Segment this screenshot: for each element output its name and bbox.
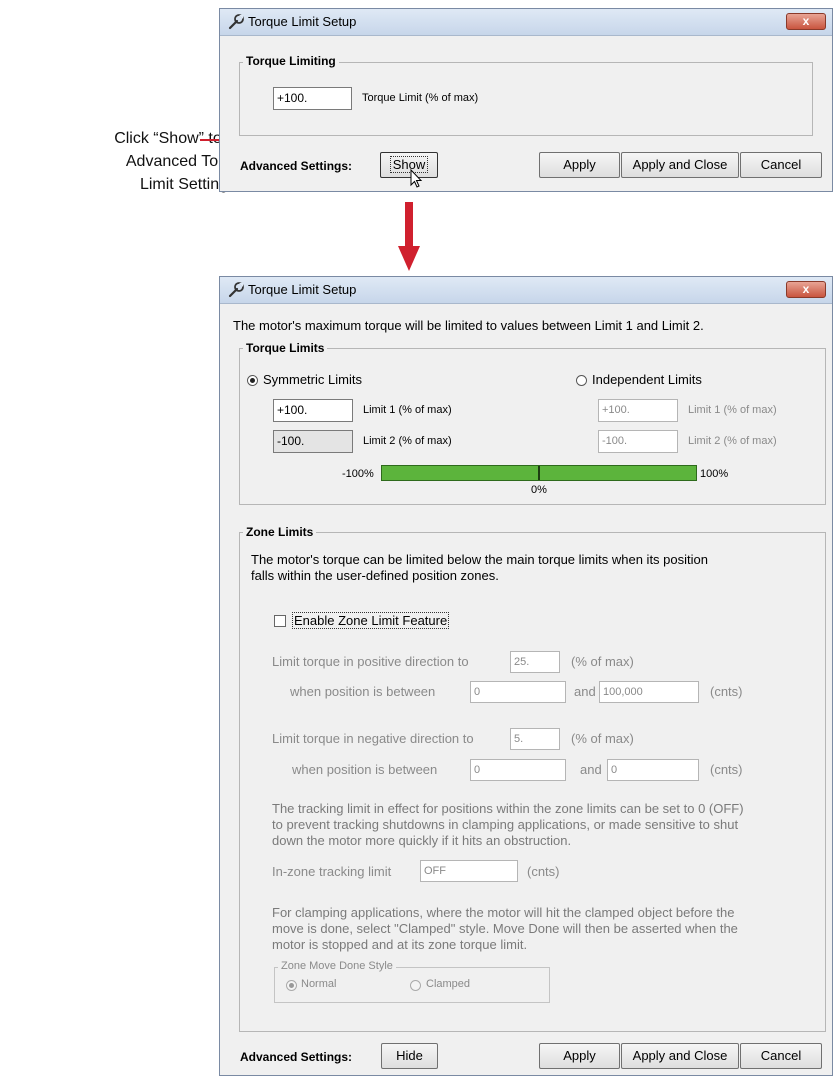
zone-description: The motor's torque can be limited below … [251,552,708,584]
neg-to-input[interactable]: 0 [607,759,699,781]
apply-button[interactable]: Apply [539,152,620,178]
advanced-settings-label: Advanced Settings: [240,159,353,173]
ind-limit1-input[interactable]: +100. [598,399,678,422]
group-label: Torque Limiting [243,54,339,68]
close-button[interactable]: x [786,13,826,30]
apply-and-close-button[interactable]: Apply and Close [621,152,739,178]
neg-limit-label: Limit torque in negative direction to [272,731,474,746]
neg-between-label: when position is between [292,762,438,777]
sym-limit1-input[interactable]: +100. [273,399,353,422]
independent-limits-label: Independent Limits [592,372,702,387]
pos-between-label: when position is between [290,684,436,699]
advanced-dialog: Torque Limit Setup x The motor's maximum… [219,276,833,1076]
bar-mid-label: 0% [531,484,547,496]
tracking-description: The tracking limit in effect for positio… [272,801,744,849]
symmetric-limits-radio[interactable] [247,375,258,386]
cancel-button[interactable]: Cancel [740,152,822,178]
show-button[interactable]: Show [380,152,438,178]
enable-zone-limit-label: Enable Zone Limit Feature [292,612,450,629]
neg-from-input[interactable]: 0 [470,759,566,781]
cancel-button-label: Cancel [760,1048,802,1063]
zone-limits-label: Zone Limits [243,525,317,539]
wrench-icon [228,282,244,298]
zone-move-done-style-group: Zone Move Done Style Normal Clamped [274,960,550,1003]
clamping-description-line2: move is done, select "Clamped" style. Mo… [272,921,738,936]
independent-limits-radio[interactable] [576,375,587,386]
close-icon: x [802,14,810,28]
zone-move-done-style-label: Zone Move Done Style [278,960,396,972]
torque-range-bar [381,465,697,481]
close-button[interactable]: x [786,281,826,298]
top-dialog: Torque Limit Setup x Torque Limiting +10… [219,8,833,192]
apply-button[interactable]: Apply [539,1043,620,1069]
normal-radio[interactable] [286,980,297,991]
torque-limit-input[interactable]: +100. [273,87,352,110]
wrench-icon [228,14,244,30]
torque-limits-group: Torque Limits Symmetric Limits Independe… [239,341,826,505]
clamping-description: For clamping applications, where the mot… [272,905,738,953]
tracking-limit-input[interactable]: OFF [420,860,518,882]
window-title: Torque Limit Setup [248,282,357,297]
clamping-description-line1: For clamping applications, where the mot… [272,905,735,920]
clamped-label: Clamped [426,978,471,990]
pos-and-label: and [574,684,596,699]
torque-limit-label: Torque Limit (% of max) [362,92,479,104]
zone-description-line1: The motor's torque can be limited below … [251,552,708,567]
bar-max-label: 100% [700,468,729,480]
clamping-description-line3: motor is stopped and at its zone torque … [272,937,528,952]
tracking-description-line3: down the motor more quickly if it hits a… [272,833,572,848]
ind-limit1-label: Limit 1 (% of max) [688,404,777,416]
ind-limit2-label: Limit 2 (% of max) [688,435,777,447]
pos-units: (cnts) [710,684,743,699]
neg-limit-unit: (% of max) [571,731,634,746]
hide-button-label: Hide [396,1048,423,1063]
pos-to-input[interactable]: 100,000 [599,681,699,703]
pos-from-input[interactable]: 0 [470,681,566,703]
symmetric-limits-label: Symmetric Limits [263,372,362,387]
apply-and-close-label: Apply and Close [632,157,728,172]
pos-limit-label: Limit torque in positive direction to [272,654,469,669]
intro-text: The motor's maximum torque will be limit… [233,318,704,333]
window-title: Torque Limit Setup [248,14,357,29]
pos-limit-unit: (% of max) [571,654,634,669]
ind-limit2-input[interactable]: -100. [598,430,678,453]
cancel-button-label: Cancel [760,157,802,172]
close-icon: x [802,282,810,296]
bar-center-tick [538,466,540,480]
hide-button[interactable]: Hide [381,1043,438,1069]
sym-limit2-label: Limit 2 (% of max) [363,435,452,447]
apply-and-close-button[interactable]: Apply and Close [621,1043,739,1069]
neg-and-label: and [580,762,602,777]
bar-min-label: -100% [342,468,374,480]
enable-zone-limit-checkbox[interactable] [274,615,286,627]
torque-limiting-group: Torque Limiting +100. Torque Limit (% of… [239,54,813,136]
apply-button-label: Apply [563,157,596,172]
tracking-description-line2: to prevent tracking shutdowns in clampin… [272,817,739,832]
torque-limits-label: Torque Limits [243,341,328,355]
apply-button-label: Apply [563,1048,596,1063]
pos-limit-input[interactable]: 25. [510,651,560,673]
mouse-cursor-icon [410,169,423,188]
sym-limit1-label: Limit 1 (% of max) [363,404,452,416]
sym-limit2-input[interactable]: -100. [273,430,353,453]
apply-and-close-label: Apply and Close [632,1048,728,1063]
advanced-title-bar[interactable]: Torque Limit Setup x [220,277,832,304]
cancel-button[interactable]: Cancel [740,1043,822,1069]
normal-label: Normal [301,978,337,990]
zone-description-line2: falls within the user-defined position z… [251,568,499,583]
clamped-radio[interactable] [410,980,421,991]
tracking-units: (cnts) [527,864,560,879]
zone-limits-group: Zone Limits The motor's torque can be li… [239,525,826,1032]
neg-units: (cnts) [710,762,743,777]
top-title-bar[interactable]: Torque Limit Setup x [220,9,832,36]
neg-limit-input[interactable]: 5. [510,728,560,750]
tracking-limit-label: In-zone tracking limit [272,864,392,879]
tracking-description-line1: The tracking limit in effect for positio… [272,801,744,816]
advanced-settings-label: Advanced Settings: [240,1050,353,1064]
